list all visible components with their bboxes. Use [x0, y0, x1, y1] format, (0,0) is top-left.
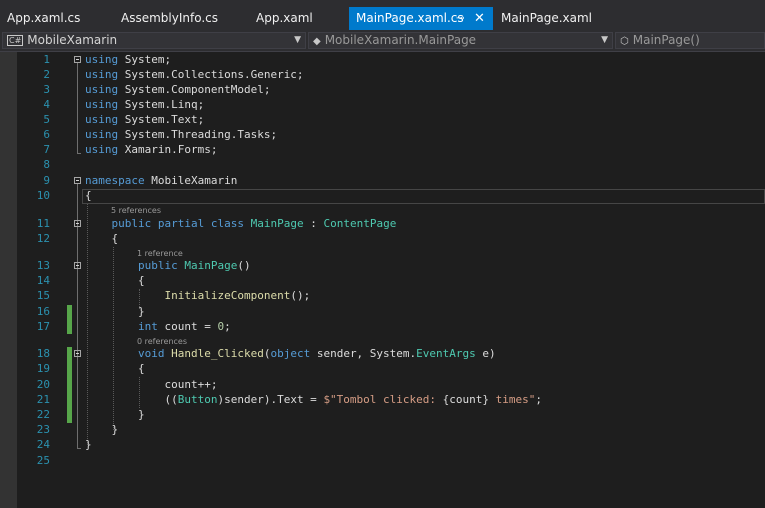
- member-dropdown[interactable]: ⬡ MainPage(): [615, 32, 765, 49]
- csharp-project-icon: C#: [7, 35, 24, 46]
- project-label: MobileXamarin: [27, 33, 118, 47]
- member-label: MainPage(): [632, 33, 700, 47]
- outline-line: [77, 63, 78, 153]
- collapse-icon[interactable]: [74, 262, 81, 269]
- code-line: }: [85, 305, 145, 318]
- code-line: ((Button)sender).Text = $"Tombol clicked…: [85, 393, 542, 406]
- code-line: }: [85, 438, 92, 451]
- code-line: void Handle_Clicked(object sender, Syste…: [137, 347, 496, 360]
- line-number: 8: [43, 158, 50, 171]
- code-line: public MainPage(): [137, 259, 251, 272]
- line-number: 3: [43, 83, 50, 96]
- code-line: {: [85, 232, 119, 245]
- current-line-highlight: [82, 189, 765, 204]
- outline-end: [77, 153, 81, 154]
- line-number: 2: [43, 68, 50, 81]
- code-lens-references[interactable]: 0 references: [137, 337, 187, 346]
- tab-mainpage-xaml[interactable]: MainPage.xaml: [494, 7, 604, 30]
- document-tab-bar: App.xaml.cs AssemblyInfo.cs App.xaml Mai…: [0, 0, 765, 30]
- code-line: using System.Text;: [85, 113, 205, 126]
- code-line: }: [85, 423, 119, 436]
- line-number: 6: [43, 128, 50, 141]
- line-number: 7: [43, 143, 50, 156]
- line-number: 12: [36, 232, 50, 245]
- code-line: using System.ComponentModel;: [85, 83, 271, 96]
- code-line: }: [85, 408, 145, 421]
- line-number: 13: [36, 259, 50, 272]
- line-number: 15: [36, 289, 50, 302]
- changed-lines-marker: [67, 347, 72, 423]
- line-number: 4: [43, 98, 50, 111]
- line-number: 24: [36, 438, 50, 451]
- line-number: 20: [36, 378, 50, 391]
- line-number: 18: [36, 347, 50, 360]
- code-lens-references[interactable]: 5 references: [111, 206, 161, 215]
- code-line: {: [85, 362, 145, 375]
- line-number: 9: [43, 174, 50, 187]
- method-icon: ⬡: [620, 36, 629, 47]
- type-label: MobileXamarin.MainPage: [324, 33, 477, 47]
- changed-lines-marker: [67, 305, 72, 334]
- tab-label: App.xaml: [256, 11, 313, 25]
- code-line: public partial class MainPage : ContentP…: [111, 217, 397, 230]
- chevron-down-icon: ▼: [601, 35, 608, 45]
- code-line: {: [85, 274, 145, 287]
- line-number: 5: [43, 113, 50, 126]
- outline-end: [77, 448, 81, 449]
- line-number: 25: [36, 454, 50, 467]
- collapse-icon[interactable]: [74, 220, 81, 227]
- type-dropdown[interactable]: ◆ MobileXamarin.MainPage ▼: [308, 32, 613, 49]
- project-dropdown[interactable]: C# MobileXamarin ▼: [2, 32, 306, 49]
- tab-mainpage-xaml-cs[interactable]: MainPage.xaml.cs ⊸ ✕: [349, 7, 493, 30]
- code-line: using System.Threading.Tasks;: [85, 128, 278, 141]
- chevron-down-icon: ▼: [294, 35, 301, 45]
- collapse-icon[interactable]: [74, 56, 81, 63]
- tab-label: AssemblyInfo.cs: [121, 11, 219, 25]
- class-icon: ◆: [313, 36, 321, 47]
- code-line: {: [85, 189, 92, 202]
- line-number: 16: [36, 305, 50, 318]
- tab-app-xaml-cs[interactable]: App.xaml.cs: [0, 7, 113, 30]
- collapse-icon[interactable]: [74, 350, 81, 357]
- code-line: using Xamarin.Forms;: [85, 143, 218, 156]
- tab-label: MainPage.xaml: [501, 11, 592, 25]
- close-icon[interactable]: ✕: [474, 7, 485, 30]
- line-number: 11: [36, 217, 50, 230]
- line-number: 14: [36, 274, 50, 287]
- code-line: InitializeComponent();: [164, 289, 311, 302]
- tab-label: App.xaml.cs: [7, 11, 81, 25]
- line-number: 22: [36, 408, 50, 421]
- code-line: int count = 0;: [137, 320, 231, 333]
- line-number: 23: [36, 423, 50, 436]
- code-line: count++;: [85, 378, 218, 391]
- code-line: namespace MobileXamarin: [85, 174, 238, 187]
- line-number: 10: [36, 189, 50, 202]
- code-line: using System.Collections.Generic;: [85, 68, 304, 81]
- tab-app-xaml[interactable]: App.xaml: [249, 7, 349, 30]
- tab-label: MainPage.xaml.cs: [356, 11, 464, 25]
- tab-assemblyinfo-cs[interactable]: AssemblyInfo.cs: [114, 7, 248, 30]
- code-line: using System;: [85, 53, 172, 66]
- editor-left-margin: [0, 52, 17, 508]
- code-line: using System.Linq;: [85, 98, 205, 111]
- pin-icon[interactable]: ⊸: [456, 7, 464, 30]
- collapse-icon[interactable]: [74, 177, 81, 184]
- line-number: 17: [36, 320, 50, 333]
- code-lens-references[interactable]: 1 reference: [137, 249, 183, 258]
- navigation-bar: C# MobileXamarin ▼ ◆ MobileXamarin.MainPag…: [0, 30, 765, 52]
- line-number: 21: [36, 393, 50, 406]
- line-number: 1: [43, 53, 50, 66]
- line-number: 19: [36, 362, 50, 375]
